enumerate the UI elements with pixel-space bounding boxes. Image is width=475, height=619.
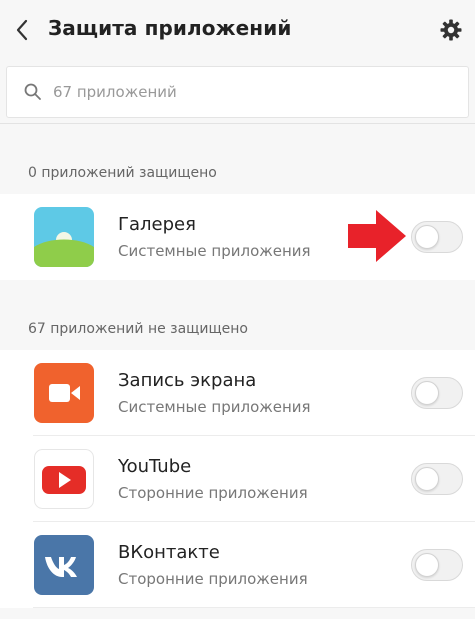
app-name: ВКонтакте: [118, 542, 220, 563]
toggle-knob: [415, 553, 439, 577]
app-lock-screen: Защита приложений 67 приложений 0 прилож…: [0, 0, 475, 619]
protection-toggle[interactable]: [411, 377, 463, 409]
unprotected-apps-list: Запись экрана Системные приложения YouTu…: [0, 350, 475, 608]
protection-toggle[interactable]: [411, 549, 463, 581]
red-arrow-icon: [348, 210, 406, 262]
app-category: Сторонние приложения: [118, 570, 308, 588]
app-name: YouTube: [118, 456, 192, 477]
screen-recorder-icon: [34, 363, 94, 423]
gear-icon: [440, 19, 462, 41]
toggle-knob: [415, 467, 439, 491]
list-item[interactable]: Запись экрана Системные приложения: [0, 350, 475, 436]
app-category: Системные приложения: [118, 398, 311, 416]
section-label-unprotected: 67 приложений не защищено: [28, 321, 248, 337]
search-box[interactable]: [6, 66, 469, 118]
gallery-icon: [34, 207, 94, 267]
app-name: Галерея: [118, 214, 196, 235]
app-category: Сторонние приложения: [118, 484, 308, 502]
page-title: Защита приложений: [48, 16, 292, 40]
chevron-left-icon: [16, 19, 28, 41]
protection-toggle[interactable]: [411, 463, 463, 495]
search-area: [0, 58, 475, 124]
search-input[interactable]: [53, 83, 433, 101]
section-label-protected: 0 приложений защищено: [28, 165, 217, 181]
search-icon: [19, 82, 47, 102]
list-item[interactable]: ВКонтакте Сторонние приложения: [0, 522, 475, 608]
app-name: Запись экрана: [118, 370, 257, 391]
toggle-knob: [415, 225, 439, 249]
youtube-icon: [34, 449, 94, 509]
protection-toggle[interactable]: [411, 221, 463, 253]
back-button[interactable]: [6, 14, 38, 46]
toggle-knob: [415, 381, 439, 405]
vk-icon: [34, 535, 94, 595]
header-bar: Защита приложений: [0, 0, 475, 58]
divider: [33, 607, 475, 608]
app-category: Системные приложения: [118, 242, 311, 260]
settings-button[interactable]: [435, 14, 467, 46]
list-item[interactable]: YouTube Сторонние приложения: [0, 436, 475, 522]
